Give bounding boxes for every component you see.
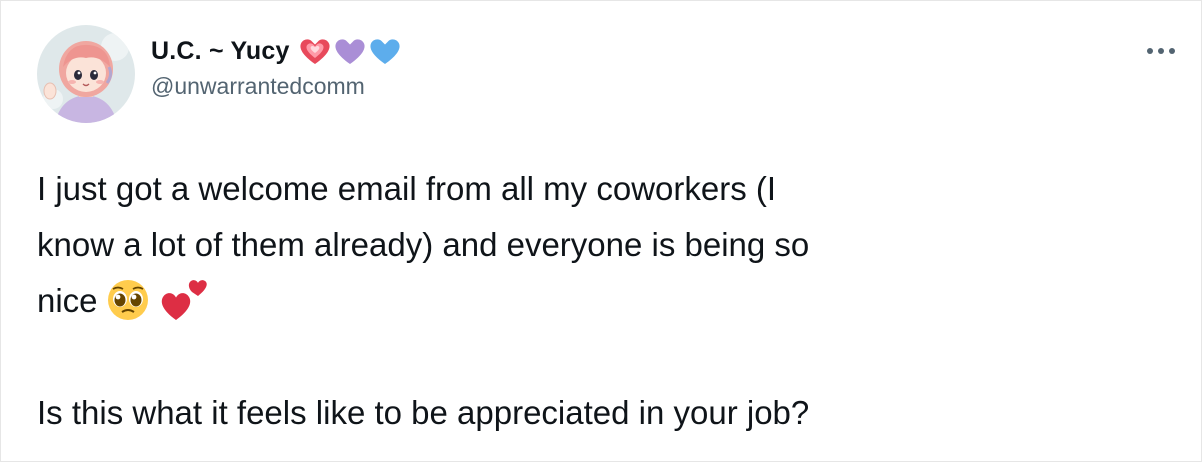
more-options-icon	[1147, 48, 1175, 54]
name-row: U.C. ~ Yucy	[151, 33, 402, 69]
tweet-text-line: I just got a welcome email from all my c…	[37, 170, 777, 207]
tweet-card: U.C. ~ Yucy @unwarrantedcomm I just got …	[0, 0, 1202, 462]
more-options-button[interactable]	[1143, 37, 1179, 65]
user-block: U.C. ~ Yucy @unwarrantedcomm	[151, 33, 402, 100]
tweet-text-fragment: nice	[37, 282, 98, 319]
blue-heart-icon	[370, 39, 400, 64]
tweet-text-line-emoji: nice	[37, 273, 1167, 329]
cartoon-avatar-icon	[37, 25, 135, 123]
purple-heart-icon	[335, 39, 365, 64]
user-handle[interactable]: @unwarrantedcomm	[151, 73, 402, 100]
author-avatar[interactable]	[37, 25, 135, 123]
sparkling-heart-icon	[300, 39, 330, 64]
display-name[interactable]: U.C. ~ Yucy	[151, 37, 290, 66]
two-hearts-icon	[158, 278, 210, 322]
tweet-text: I just got a welcome email from all my c…	[37, 161, 1167, 441]
pleading-face-icon	[106, 278, 150, 322]
tweet-text-line: Is this what it feels like to be appreci…	[37, 394, 810, 431]
name-emoji-group	[298, 36, 402, 66]
tweet-text-line: know a lot of them already) and everyone…	[37, 226, 810, 263]
